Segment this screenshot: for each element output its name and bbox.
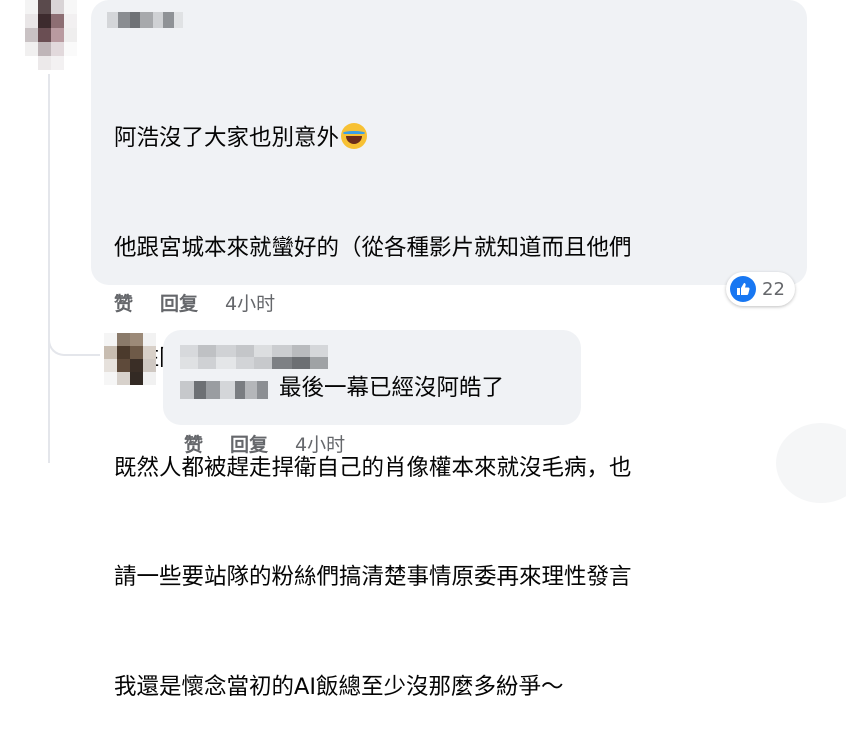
comment-actions: 赞 回复 4小时 — [114, 289, 275, 316]
laughing-tears-icon — [341, 123, 368, 150]
comment-line-1: 阿浩沒了大家也別意外 — [114, 125, 340, 152]
thread-line — [48, 74, 50, 463]
avatar[interactable] — [25, 0, 77, 70]
reply-link[interactable]: 回复 — [160, 289, 198, 316]
like-link[interactable]: 赞 — [114, 289, 133, 316]
reply-reply-link[interactable]: 回复 — [230, 430, 268, 457]
comment-line-5: 請一些要站隊的粉絲們搞清楚事情原委再來理性發言 — [114, 564, 632, 591]
reply-text: 最後一幕已經沒阿皓了 — [279, 375, 505, 401]
mention-blurred[interactable] — [180, 381, 268, 399]
reply-avatar[interactable] — [104, 333, 156, 385]
replier-name-blurred[interactable] — [180, 345, 328, 369]
reply-timestamp[interactable]: 4小时 — [295, 430, 345, 457]
comment-line-6: 我還是懷念當初的AI飯總至少沒那麼多紛爭～ — [114, 674, 564, 701]
commenter-name-blurred[interactable] — [107, 12, 183, 28]
reply-connector — [48, 326, 100, 356]
reaction-count: 22 — [762, 278, 785, 300]
reply-like-link[interactable]: 赞 — [184, 430, 203, 457]
reply-actions: 赞 回复 4小时 — [184, 430, 345, 457]
thumbs-up-icon — [730, 276, 756, 302]
reaction-summary[interactable]: 22 — [726, 272, 795, 306]
comment-line-2: 他跟宮城本來就蠻好的（從各種影片就知道而且他們 — [114, 234, 632, 261]
timestamp[interactable]: 4小时 — [225, 289, 275, 316]
